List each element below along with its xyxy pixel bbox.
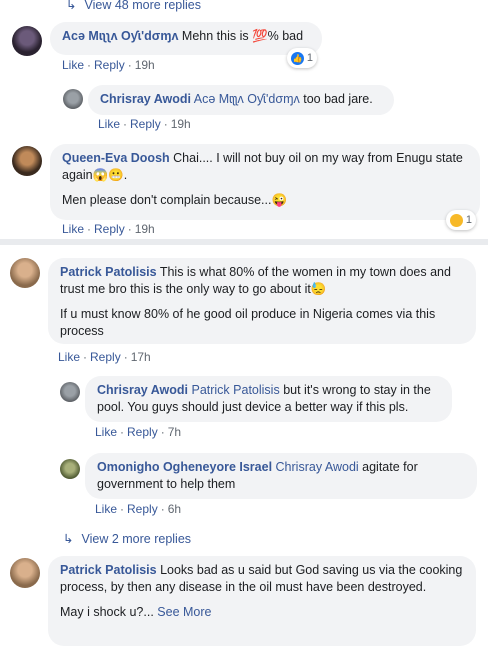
reaction-summary[interactable]: 1	[446, 210, 476, 230]
avatar[interactable]	[10, 258, 40, 288]
comment-author[interactable]: Queen-Eva Doosh	[62, 151, 170, 165]
avatar[interactable]	[60, 382, 80, 402]
comment-text: Mehn this is 💯% bad	[181, 29, 304, 43]
like-reaction-icon: 👍	[291, 51, 304, 65]
comment-bubble: Patrick Patolisis This is what 80% of th…	[48, 258, 476, 344]
comment-bubble: Patrick Patolisis Looks bad as u said bu…	[48, 556, 476, 646]
comment-author[interactable]: Chrisray Awodi	[97, 383, 188, 397]
reply-bubble: Chrisray Awodi Acə Mɩʅʅʌ Oƴɩ'dσɱʌ too ba…	[88, 85, 394, 115]
reply-link[interactable]: Reply	[94, 58, 125, 72]
avatar[interactable]	[10, 558, 40, 588]
comment-text: too bad jare.	[303, 92, 373, 106]
reply-link[interactable]: Reply	[130, 117, 161, 131]
comment-author[interactable]: Acə Mɩʅʅʌ Oƴɩ'dσɱʌ	[62, 29, 178, 43]
timestamp[interactable]: 17h	[131, 350, 151, 364]
reply-link[interactable]: Reply	[90, 350, 121, 364]
avatar[interactable]	[63, 89, 83, 109]
haha-reaction-icon	[450, 213, 463, 227]
reply-bubble: Omonigho Ogheneyore Israel Chrisray Awod…	[85, 453, 477, 499]
avatar[interactable]	[12, 146, 42, 176]
reaction-summary[interactable]: 👍 1	[287, 48, 317, 68]
comment-author[interactable]: Omonigho Ogheneyore Israel	[97, 460, 272, 474]
see-more-link[interactable]: See More	[157, 605, 211, 619]
reply-link[interactable]: Reply	[127, 502, 158, 516]
comment-text: If u must know 80% of he good oil produc…	[60, 307, 436, 338]
comment-actions: Like · Reply · 6h	[95, 502, 182, 516]
comment-actions: Like · Reply · 19h	[62, 58, 155, 72]
timestamp[interactable]: 19h	[171, 117, 191, 131]
avatar[interactable]	[12, 26, 42, 56]
timestamp[interactable]: 19h	[135, 58, 155, 72]
comment-actions: Like · Reply · 19h	[98, 117, 191, 131]
comment-text: Men please don't complain because...😜	[62, 193, 288, 207]
like-link[interactable]: Like	[95, 502, 117, 516]
mention-link[interactable]: Acə Mɩʅʅʌ Oƴɩ'dσɱʌ	[194, 92, 300, 106]
comment-actions: Like · Reply · 19h	[62, 222, 155, 236]
comment-text: May i shock u?...	[60, 605, 154, 619]
reply-arrow-icon: ↳	[66, 0, 77, 12]
avatar[interactable]	[60, 459, 80, 479]
comment-actions: Like · Reply · 7h	[95, 425, 182, 439]
like-link[interactable]: Like	[62, 222, 84, 236]
like-link[interactable]: Like	[62, 58, 84, 72]
comment-bubble: Acə Mɩʅʅʌ Oƴɩ'dσɱʌ Mehn this is 💯% bad	[50, 22, 322, 55]
mention-link[interactable]: Patrick Patolisis	[191, 383, 279, 397]
mention-link[interactable]: Chrisray Awodi	[276, 460, 359, 474]
timestamp[interactable]: 19h	[135, 222, 155, 236]
reply-link[interactable]: Reply	[94, 222, 125, 236]
like-link[interactable]: Like	[98, 117, 120, 131]
reply-bubble: Chrisray Awodi Patrick Patolisis but it'…	[85, 376, 452, 422]
view-more-replies-link[interactable]: ↳ View 48 more replies	[66, 0, 201, 12]
view-more-replies-link[interactable]: ↳ View 2 more replies	[63, 531, 191, 546]
comment-author[interactable]: Patrick Patolisis	[60, 563, 157, 577]
comment-actions: Like · Reply · 17h	[58, 350, 151, 364]
like-link[interactable]: Like	[58, 350, 80, 364]
comment-divider	[0, 239, 488, 245]
like-link[interactable]: Like	[95, 425, 117, 439]
reply-arrow-icon: ↳	[63, 532, 74, 546]
comment-author[interactable]: Chrisray Awodi	[100, 92, 191, 106]
timestamp[interactable]: 7h	[168, 425, 181, 439]
timestamp[interactable]: 6h	[168, 502, 181, 516]
reply-link[interactable]: Reply	[127, 425, 158, 439]
comment-author[interactable]: Patrick Patolisis	[60, 265, 157, 279]
comment-bubble: Queen-Eva Doosh Chai.... I will not buy …	[50, 144, 480, 220]
